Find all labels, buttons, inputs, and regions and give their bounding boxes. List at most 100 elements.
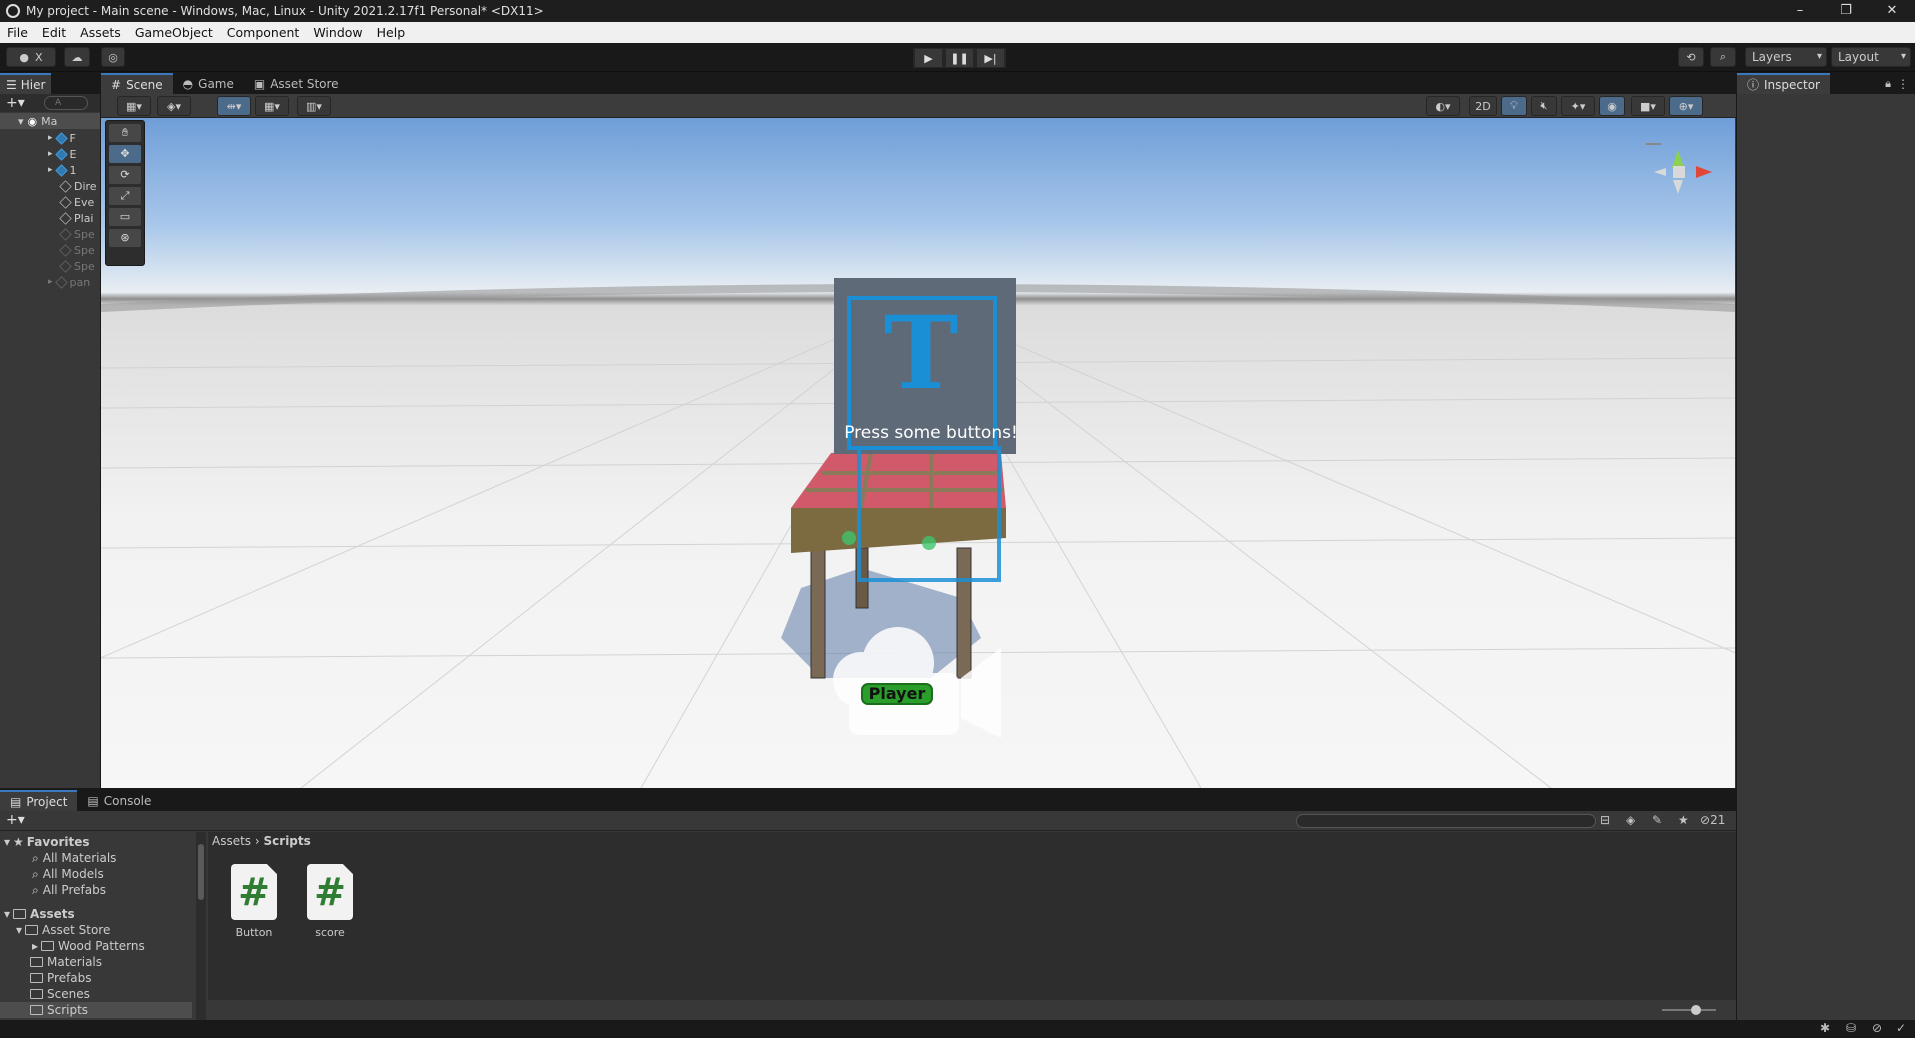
tab-project[interactable]: ▤ Project [0,790,78,811]
effects-button[interactable]: ✦▾ [1561,96,1595,116]
project-search-input[interactable] [1296,814,1596,828]
type-filter-icon[interactable]: ◈ [1626,813,1635,827]
scrollbar-thumb[interactable] [198,844,204,900]
camera-button[interactable]: ■▾ [1631,96,1665,116]
favorite-item[interactable]: ⌕ All Models [32,866,104,882]
maximize-button[interactable]: ❐ [1823,0,1869,22]
hierarchy-item[interactable]: Eve [0,194,100,210]
menu-edit[interactable]: Edit [35,25,73,40]
label-filter-icon[interactable]: ✎ [1652,813,1662,827]
folder-label: Prefabs [47,971,92,985]
cache-icon[interactable]: ⛁ [1846,1021,1856,1035]
orientation-gizmo[interactable] [1646,143,1712,194]
zoom-slider-thumb[interactable] [1691,1005,1701,1015]
search-filter-icon[interactable]: ⊟ [1600,813,1610,827]
favorite-item[interactable]: ⌕ All Prefabs [32,882,106,898]
notification-icon[interactable]: ✓ [1896,1021,1906,1035]
asset-file[interactable]: # Button [222,864,286,939]
star-icon[interactable]: ★ [1678,813,1689,827]
breadcrumb-item[interactable]: Assets [212,834,251,848]
rect-tool-icon[interactable]: ▭ [109,208,141,226]
scale-tool-icon[interactable]: ⤢ [109,187,141,205]
history-button[interactable]: ⟲ [1678,47,1704,67]
lighting-toggle-button[interactable]: 💡︎ [1501,96,1527,116]
collab-button[interactable]: ◎ [101,47,125,67]
inspector-tabstrip: ⓘ Inspector 🔒︎ ⋮ [1737,73,1915,94]
hierarchy-item[interactable]: Dire [0,178,100,194]
rotate-tool-icon[interactable]: ⟳ [109,166,141,184]
gizmos-button[interactable]: ⊕▾ [1669,96,1703,116]
zoom-slider-track[interactable] [1662,1009,1716,1011]
minimize-button[interactable]: – [1777,0,1823,22]
folder-item[interactable]: Materials [30,954,102,970]
progress-icon[interactable]: ⊘ [1872,1021,1882,1035]
layout-dropdown[interactable]: Layout [1831,47,1911,67]
hierarchy-item[interactable]: Spe [0,242,100,258]
audio-toggle-button[interactable]: 🔇︎ [1531,96,1557,116]
hand-tool-icon[interactable]: ✋︎ [109,124,141,142]
tab-asset-store[interactable]: ▣ Asset Store [244,73,349,94]
debug-icon[interactable]: ✱ [1820,1021,1830,1035]
tab-game[interactable]: ◓ Game [173,73,244,94]
layers-dropdown[interactable]: Layers [1745,47,1827,67]
hidden-packages-button[interactable]: ⊘21 [1700,813,1725,827]
folder-item[interactable]: Prefabs [30,970,92,986]
breadcrumb-item[interactable]: Scripts [264,834,311,848]
hierarchy-search-input[interactable] [44,96,88,110]
menu-assets[interactable]: Assets [73,25,128,40]
lock-icon[interactable]: 🔒︎ [1885,77,1891,91]
hierarchy-item[interactable]: Spe [0,226,100,242]
hierarchy-item[interactable]: ▸ E [0,146,100,162]
folder-tree-scrollbar[interactable] [196,832,206,1020]
menu-gameobject[interactable]: GameObject [128,25,220,40]
hierarchy-item[interactable]: ▸ pan [0,274,100,290]
tab-inspector[interactable]: ⓘ Inspector [1737,73,1830,94]
more-menu-icon[interactable]: ⋮ [1897,77,1909,91]
folder-item-selected[interactable]: Scripts [0,1002,192,1018]
menu-component[interactable]: Component [220,25,307,40]
folder-label: Asset Store [42,923,111,937]
create-icon[interactable]: +▾ [6,812,25,828]
hierarchy-item[interactable]: Spe [0,258,100,274]
folder-item[interactable]: ▸ Wood Patterns [32,938,145,954]
shading-mode-button[interactable]: ◐▾ [1426,96,1460,116]
hierarchy-item[interactable]: ▸ F [0,130,100,146]
folder-item[interactable]: Scenes [30,986,90,1002]
tab-hierarchy[interactable]: ☰ Hier [0,73,52,94]
transform-tool-icon[interactable]: ⊛ [109,229,141,247]
account-button[interactable]: ● X [6,47,56,67]
snap-toggle-button[interactable]: ⇹▾ [217,96,251,116]
tab-scene[interactable]: # Scene [101,73,173,94]
assets-header[interactable]: ▾ Assets [4,906,75,922]
favorites-header[interactable]: ▾ ★ Favorites [4,834,90,850]
cloud-button[interactable]: ☁ [64,47,90,67]
add-icon[interactable]: +▾ [6,95,25,111]
menu-window[interactable]: Window [306,25,369,40]
window-title: My project - Main scene - Windows, Mac, … [26,4,544,18]
search-button[interactable]: ⌕ [1710,47,1736,67]
asset-file[interactable]: # score [298,864,362,939]
draw-mode-button[interactable]: ▦▾ [117,96,151,116]
folder-item[interactable]: ▾ Asset Store [16,922,110,938]
increment-snap-button[interactable]: ▥▾ [297,96,331,116]
asset-file-label: score [315,926,345,939]
step-button[interactable]: ▶| [975,48,1006,68]
hierarchy-item[interactable]: Plai [0,210,100,226]
play-button[interactable]: ▶ [913,48,944,68]
tab-console[interactable]: ▤ Console [77,790,161,811]
toggle-2d-button[interactable]: 2D [1469,96,1497,116]
grid-snap-button[interactable]: ▦▾ [255,96,289,116]
favorite-item[interactable]: ⌕ All Materials [32,850,116,866]
menu-file[interactable]: File [0,25,35,40]
pause-button[interactable]: ❚❚ [944,48,975,68]
view-options-button[interactable]: ◈▾ [157,96,191,116]
visibility-toggle-button[interactable]: ◉ [1599,96,1625,116]
scene-root-row[interactable]: ▾ ◉ Ma [0,113,100,129]
scene-viewport[interactable]: T Press some buttons! Player [101,118,1735,788]
close-button[interactable]: ✕ [1869,0,1915,22]
move-tool-icon[interactable]: ✥ [109,145,141,163]
hierarchy-item[interactable]: ▸ 1 [0,162,100,178]
folder-icon [30,989,43,999]
expand-arrow-icon: ▸ [48,133,53,143]
menu-help[interactable]: Help [370,25,413,40]
